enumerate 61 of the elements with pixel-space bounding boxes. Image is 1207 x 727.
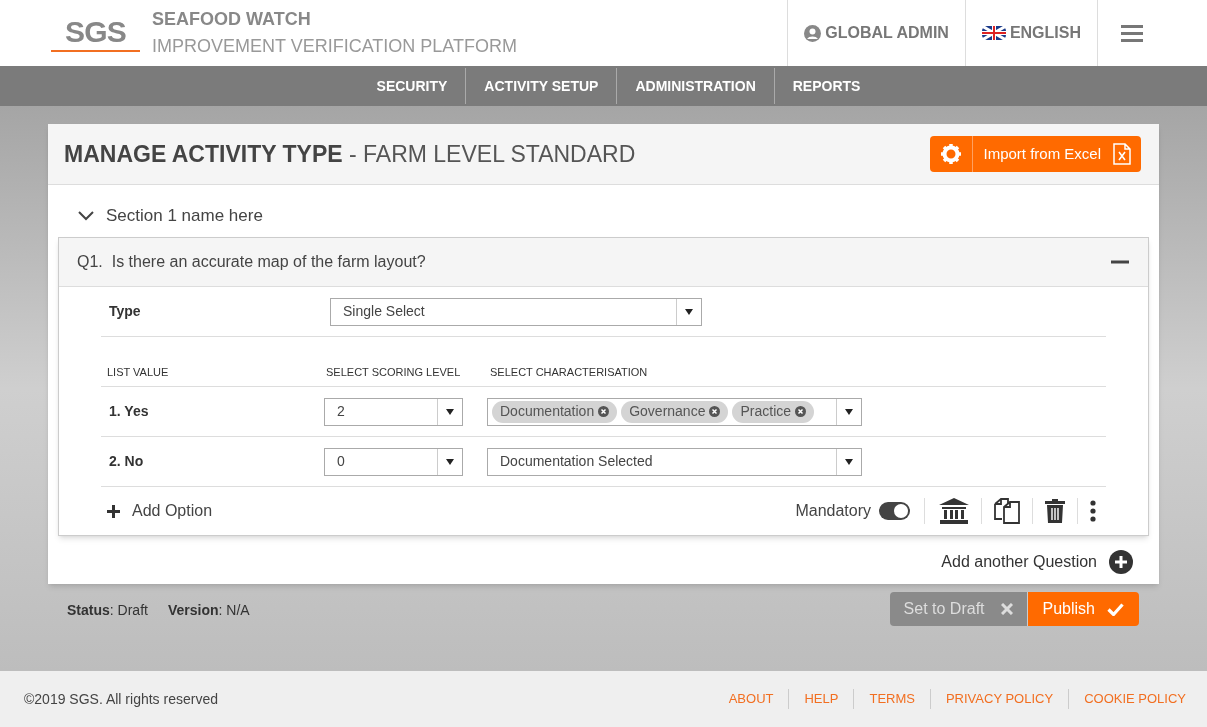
dropdown-caret-icon	[446, 408, 454, 415]
add-question-button[interactable]: Add another Question	[941, 550, 1133, 574]
tag-chip[interactable]: Documentation	[492, 400, 618, 423]
dropdown-caret-icon	[845, 458, 853, 465]
nav-link[interactable]: ADMINISTRATION	[616, 68, 774, 104]
page-title: MANAGE ACTIVITY TYPE - FARM LEVEL STANDARD	[64, 139, 637, 169]
flag-icon	[981, 26, 1006, 40]
plus-circle-icon	[1109, 550, 1133, 574]
remove-icon[interactable]	[795, 406, 807, 417]
status-text: Status: Draft	[67, 601, 148, 620]
settings-button[interactable]	[930, 136, 974, 172]
section-title: Section 1 name here	[106, 205, 263, 228]
tag-chip[interactable]: Practice	[732, 400, 815, 423]
column-header: LIST VALUE	[106, 364, 170, 380]
footer-link[interactable]: PRIVACY POLICY	[929, 689, 1069, 709]
select-field[interactable]: Documentation Governance Practice	[487, 397, 862, 426]
question-title: Q1. Is there an accurate map of the farm layout?	[77, 252, 427, 272]
logo: SGS	[50, 14, 140, 52]
remove-icon[interactable]	[598, 406, 610, 417]
remove-icon[interactable]	[709, 406, 721, 417]
select-field[interactable]: 2	[324, 397, 463, 426]
dropdown-caret-icon	[845, 408, 853, 415]
dropdown-caret-icon	[446, 458, 454, 465]
mandatory-toggle[interactable]	[879, 502, 910, 520]
nav-link[interactable]: SECURITY	[358, 68, 466, 104]
delete-icon[interactable]	[1045, 499, 1065, 523]
column-header: SELECT CHARACTERISATION	[490, 364, 648, 380]
more-icon[interactable]	[1090, 500, 1096, 522]
footer-link[interactable]: HELP	[788, 689, 854, 709]
close-icon	[1000, 603, 1013, 615]
type-label: Type	[108, 302, 142, 321]
check-icon	[1107, 602, 1124, 616]
app-title: SEAFOOD WATCH	[152, 8, 312, 31]
footer-link[interactable]: COOKIE POLICY	[1068, 689, 1201, 709]
nav-link[interactable]: REPORTS	[773, 68, 879, 104]
menu-icon	[1120, 24, 1143, 42]
footer-link[interactable]: TERMS	[853, 689, 930, 709]
add-option-button[interactable]: Add Option	[101, 499, 213, 523]
select-field[interactable]: Single Select	[330, 297, 702, 326]
excel-file-icon	[1113, 143, 1131, 165]
settings-icon	[941, 144, 962, 164]
tag-chip[interactable]: Governance	[621, 400, 729, 423]
select-field[interactable]: 0	[324, 447, 463, 476]
dropdown-caret-icon	[685, 308, 693, 315]
column-header: SELECT SCORING LEVEL	[326, 364, 462, 380]
bank-icon[interactable]	[939, 498, 969, 524]
import-button[interactable]: Import from Excel	[973, 136, 1141, 172]
chevron-icon[interactable]	[78, 211, 94, 221]
publish-button[interactable]: Publish	[1027, 592, 1139, 626]
app-subtitle: IMPROVEMENT VERIFICATION PLATFORM	[152, 35, 518, 58]
option-label: 2. No	[108, 452, 145, 471]
footer-link[interactable]: ABOUT	[713, 689, 789, 709]
user-icon	[804, 24, 822, 42]
copy-icon[interactable]	[994, 498, 1020, 524]
option-label: 1. Yes	[108, 402, 150, 421]
select-field[interactable]: Documentation Selected	[487, 447, 862, 476]
plus-icon	[107, 504, 120, 518]
nav-link[interactable]: ACTIVITY SETUP	[465, 68, 617, 104]
version-text: Version: N/A	[167, 601, 250, 620]
copyright-text: ©2019 SGS. All rights reserved	[24, 689, 219, 709]
mandatory-label: Mandatory	[795, 501, 871, 521]
